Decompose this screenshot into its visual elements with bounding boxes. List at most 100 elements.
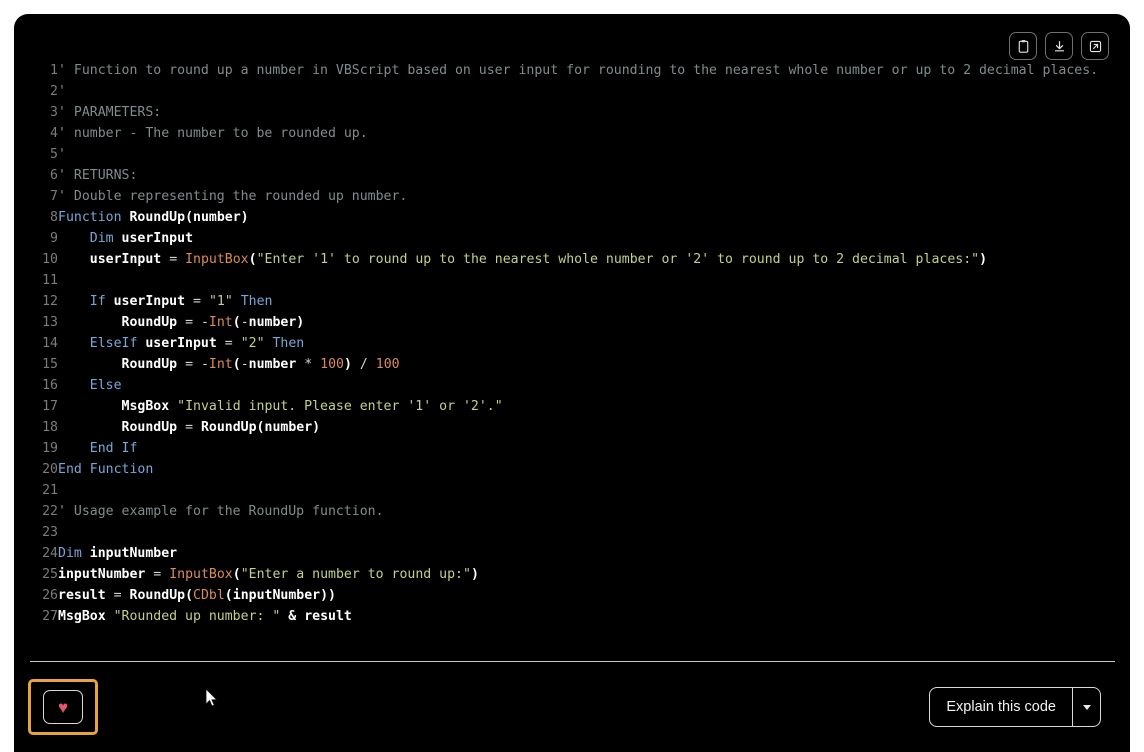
line-number: 14 (42, 336, 58, 351)
code-token: ' PARAMETERS: (58, 105, 162, 120)
heart-icon: ♥ (57, 697, 69, 717)
code-token: - (200, 357, 209, 372)
line-number: 20 (42, 462, 58, 477)
line-number: 17 (42, 399, 58, 414)
code-token: = (185, 315, 194, 330)
code-token: RoundUp (121, 420, 178, 435)
code-token: ) (343, 357, 352, 372)
line-content: RoundUp = -Int(-number) (58, 312, 1098, 333)
line-content: ' PARAMETERS: (58, 102, 1098, 123)
line-content: Function RoundUp(number) (58, 207, 1098, 228)
favorite-button-focus-ring[interactable]: ♥ (28, 679, 98, 735)
line-number: 8 (50, 210, 58, 225)
code-token: InputBox (169, 567, 233, 582)
line-number: 26 (42, 588, 58, 603)
line-content: inputNumber = InputBox("Enter a number t… (58, 564, 1098, 585)
explain-options-dropdown[interactable] (1072, 688, 1100, 726)
code-line: 27 MsgBox "Rounded up number: " & result (14, 606, 1098, 627)
code-block: 1 ' Function to round up a number in VBSc… (14, 60, 1098, 627)
line-number: 23 (42, 525, 58, 540)
code-line: 5 ' (14, 144, 1098, 165)
line-content: MsgBox "Invalid input. Please enter '1' … (58, 396, 1098, 417)
code-token: ) (470, 567, 479, 582)
favorite-button[interactable]: ♥ (43, 690, 83, 724)
line-content: Dim inputNumber (58, 543, 1098, 564)
line-content (58, 270, 1098, 291)
code-token: RoundUp (121, 315, 178, 330)
external-link-icon (1089, 40, 1101, 52)
code-line: 24 Dim inputNumber (14, 543, 1098, 564)
code-token: ' number - The number to be rounded up. (58, 126, 368, 141)
line-number: 9 (50, 231, 58, 246)
line-content: ' RETURNS: (58, 165, 1098, 186)
code-token: "Invalid input. Please enter '1' or '2'.… (177, 399, 503, 414)
line-content: If userInput = "1" Then (58, 291, 1098, 312)
code-token: number (264, 420, 313, 435)
code-token: result (58, 588, 106, 603)
code-token: result (304, 609, 352, 624)
download-code-button[interactable] (1045, 32, 1073, 60)
code-token: ( (248, 252, 257, 267)
line-number: 16 (42, 378, 58, 393)
code-token: = (224, 336, 233, 351)
line-content (58, 480, 1098, 501)
line-content: ' number - The number to be rounded up. (58, 123, 1098, 144)
code-token: = (193, 294, 201, 309)
code-token: ( (232, 567, 241, 582)
line-number: 10 (42, 252, 58, 267)
code-line: 15 RoundUp = -Int(-number * 100) / 100 (14, 354, 1098, 375)
code-line: 3 ' PARAMETERS: (14, 102, 1098, 123)
line-number: 1 (50, 63, 58, 78)
code-viewport[interactable]: 1 ' Function to round up a number in VBSc… (14, 60, 1130, 661)
code-line: 2 ' (14, 81, 1098, 102)
code-token: ( (224, 588, 233, 603)
code-token: ) (240, 210, 249, 225)
code-line: 4 ' number - The number to be rounded up. (14, 123, 1098, 144)
line-content: ' Usage example for the RoundUp function… (58, 501, 1098, 522)
code-token: inputNumber (232, 588, 321, 603)
code-line: 1 ' Function to round up a number in VBSc… (14, 60, 1098, 81)
explain-this-code-button[interactable]: Explain this code (930, 688, 1072, 726)
open-in-new-button[interactable] (1081, 32, 1109, 60)
code-token: = (185, 357, 194, 372)
code-token: ' (58, 84, 66, 99)
line-number: 24 (42, 546, 58, 561)
code-token: "1" (208, 294, 233, 309)
code-token: Else (89, 378, 122, 393)
line-content: Else (58, 375, 1098, 396)
code-token: RoundUp (129, 210, 186, 225)
code-token: number (248, 357, 297, 372)
code-token: = (185, 420, 194, 435)
code-line: 25 inputNumber = InputBox("Enter a number… (14, 564, 1098, 585)
code-token: RoundUp (121, 357, 178, 372)
code-token: ( (185, 588, 194, 603)
code-token: RoundUp (200, 420, 257, 435)
code-token: MsgBox (58, 609, 106, 624)
code-token: * (304, 357, 313, 372)
line-number: 6 (50, 168, 58, 183)
code-token: InputBox (185, 252, 249, 267)
code-token: number (248, 315, 297, 330)
code-token: "2" (240, 336, 265, 351)
code-token: ( (185, 210, 194, 225)
code-token: userInput (145, 336, 217, 351)
line-number: 2 (50, 84, 58, 99)
line-content (58, 522, 1098, 543)
code-line: 23 (14, 522, 1098, 543)
copy-code-button[interactable] (1009, 32, 1037, 60)
code-token: End Function (58, 462, 154, 477)
line-number: 21 (42, 483, 58, 498)
